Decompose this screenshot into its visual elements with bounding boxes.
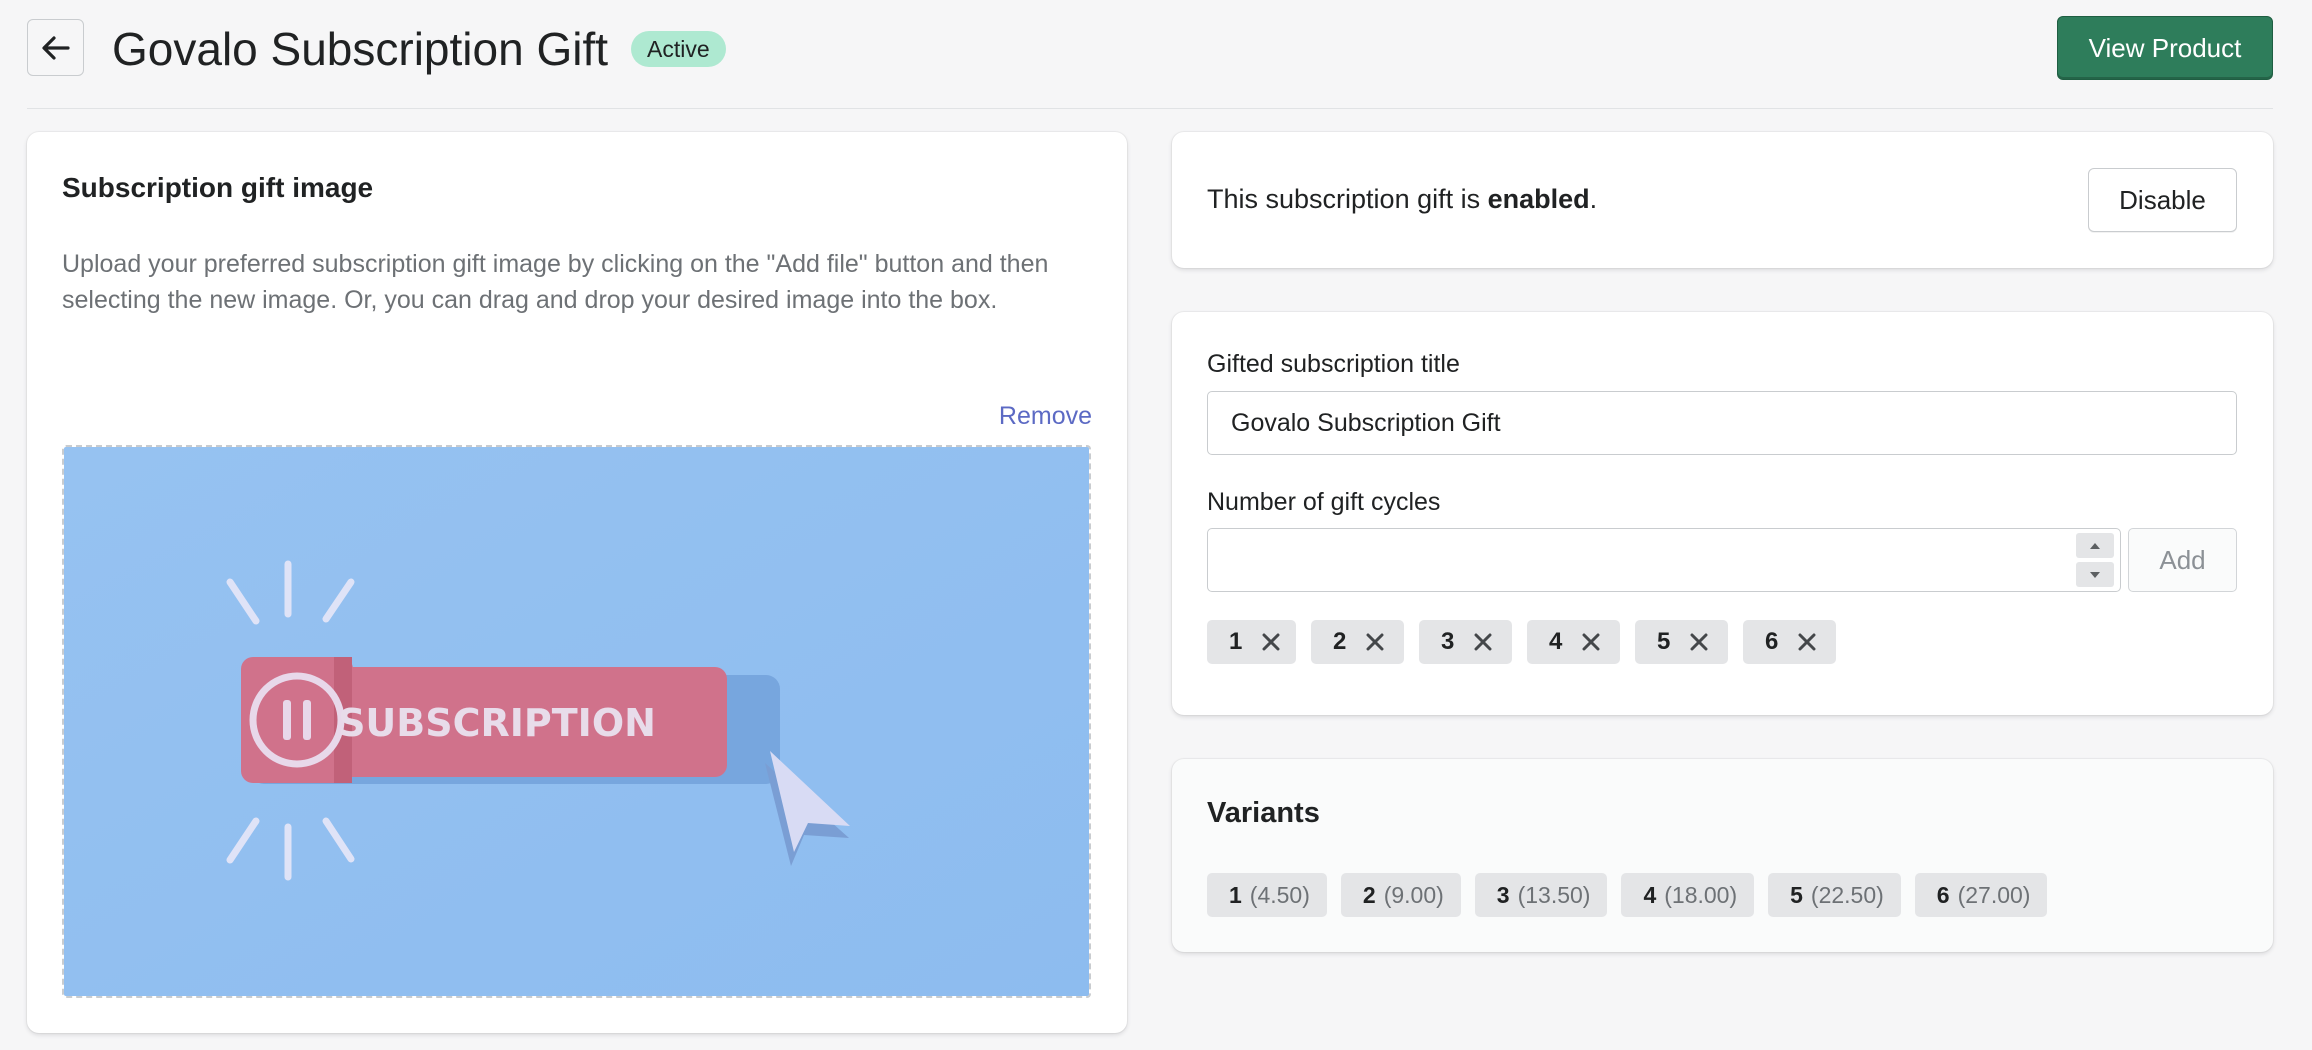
remove-tag-button[interactable] bbox=[1360, 627, 1390, 657]
variants-heading: Variants bbox=[1207, 797, 1320, 829]
variant-price: (9.00) bbox=[1383, 881, 1444, 908]
header-divider bbox=[27, 108, 2273, 109]
cycle-tag-label: 6 bbox=[1765, 628, 1779, 655]
subscription-image-text: SUBSCRIPTION bbox=[338, 701, 656, 745]
disable-button[interactable]: Disable bbox=[2088, 168, 2237, 232]
variant-number: 6 bbox=[1936, 881, 1950, 908]
increment-button[interactable] bbox=[2076, 533, 2114, 558]
arrow-left-icon bbox=[41, 35, 70, 60]
variant-number: 4 bbox=[1643, 881, 1657, 908]
subscription-gift-image: SUBSCRIPTION bbox=[64, 447, 1089, 996]
cycle-tag-label: 4 bbox=[1549, 628, 1563, 655]
close-icon bbox=[1262, 633, 1280, 651]
variant-price: (13.50) bbox=[1517, 881, 1591, 908]
cycle-tag: 5 bbox=[1635, 620, 1728, 664]
cycles-field-label: Number of gift cycles bbox=[1207, 488, 1441, 516]
close-icon bbox=[1690, 633, 1708, 651]
variant-number: 1 bbox=[1229, 881, 1242, 908]
close-icon bbox=[1474, 633, 1492, 651]
image-card-description: Upload your preferred subscription gift … bbox=[62, 250, 1049, 314]
remove-tag-button[interactable] bbox=[1576, 627, 1606, 657]
variant-tag: 4 (18.00) bbox=[1621, 873, 1755, 917]
variant-price: (27.00) bbox=[1957, 881, 2031, 908]
caret-down-icon bbox=[2090, 571, 2100, 578]
close-icon bbox=[1582, 633, 1600, 651]
remove-tag-button[interactable] bbox=[1792, 627, 1822, 657]
variant-number: 2 bbox=[1362, 881, 1376, 908]
variant-price: (18.00) bbox=[1664, 881, 1738, 908]
variant-price: (22.50) bbox=[1810, 881, 1884, 908]
status-prefix: This subscription gift is bbox=[1207, 184, 1488, 214]
cycle-tag: 1 bbox=[1207, 620, 1296, 664]
cycle-tag: 2 bbox=[1311, 620, 1404, 664]
status-badge: Active bbox=[631, 31, 726, 67]
view-product-button[interactable]: View Product bbox=[2057, 16, 2273, 80]
image-card: Subscription gift image Upload your pref… bbox=[27, 132, 1127, 1033]
cycle-tag: 4 bbox=[1527, 620, 1620, 664]
status-state: enabled bbox=[1487, 184, 1590, 214]
variant-list: 1 (4.50) 2 (9.00) 3 (13.50) 4 (18.00) 5 (22.5… bbox=[1207, 873, 2048, 917]
cycle-tag-label: 3 bbox=[1441, 628, 1455, 655]
caret-up-icon bbox=[2090, 542, 2100, 549]
close-icon bbox=[1798, 633, 1816, 651]
image-card-heading: Subscription gift image bbox=[62, 172, 374, 203]
cycle-tag-label: 2 bbox=[1333, 628, 1347, 655]
variant-number: 3 bbox=[1496, 881, 1510, 908]
variant-tag: 3 (13.50) bbox=[1474, 873, 1608, 917]
close-icon bbox=[1366, 633, 1384, 651]
add-cycle-button[interactable]: Add bbox=[2128, 528, 2237, 592]
form-card: Gifted subscription title Number of gift… bbox=[1172, 312, 2273, 715]
cycle-tag-label: 1 bbox=[1229, 628, 1243, 655]
status-card: This subscription gift is enabled. Disab… bbox=[1172, 132, 2273, 268]
cycles-stepper[interactable] bbox=[2076, 533, 2114, 587]
back-button[interactable] bbox=[27, 19, 84, 76]
cycle-tag: 3 bbox=[1419, 620, 1512, 664]
variants-card: Variants 1 (4.50) 2 (9.00) 3 (13.50) 4 (18.0… bbox=[1172, 759, 2273, 952]
cycle-tag-label: 5 bbox=[1657, 628, 1671, 655]
variant-tag: 2 (9.00) bbox=[1340, 873, 1461, 917]
cycles-input[interactable] bbox=[1207, 528, 2121, 592]
page-title: Govalo Subscription Gift bbox=[112, 23, 609, 75]
variant-tag: 1 (4.50) bbox=[1207, 873, 1327, 917]
decrement-button[interactable] bbox=[2076, 562, 2114, 587]
remove-tag-button[interactable] bbox=[1684, 627, 1714, 657]
title-input[interactable] bbox=[1207, 391, 2237, 455]
cycle-tag: 6 bbox=[1743, 620, 1836, 664]
remove-image-link[interactable]: Remove bbox=[999, 402, 1092, 431]
cycle-tags: 1 2 3 4 5 6 bbox=[1207, 620, 1836, 664]
variant-tag: 5 (22.50) bbox=[1768, 873, 1901, 917]
variant-tag: 6 (27.00) bbox=[1914, 873, 2048, 917]
title-field-label: Gifted subscription title bbox=[1207, 350, 1460, 378]
status-text: This subscription gift is enabled. bbox=[1207, 184, 1597, 215]
variant-number: 5 bbox=[1790, 881, 1803, 908]
variant-price: (4.50) bbox=[1249, 881, 1310, 908]
image-dropzone[interactable]: SUBSCRIPTION bbox=[62, 445, 1091, 998]
remove-tag-button[interactable] bbox=[1468, 627, 1498, 657]
status-suffix: . bbox=[1589, 184, 1598, 214]
remove-tag-button[interactable] bbox=[1256, 627, 1286, 657]
